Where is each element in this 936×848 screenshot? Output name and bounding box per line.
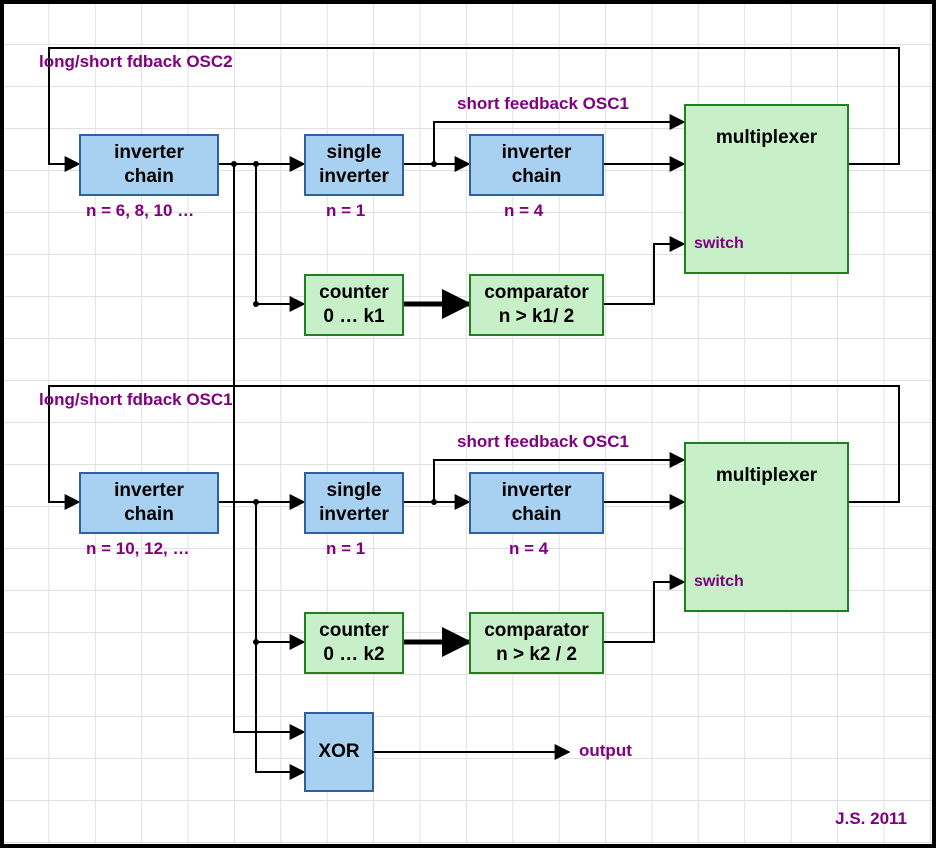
diagram-frame: long/short fdback OSC2 long/short fdback… <box>0 0 936 848</box>
text: counter <box>319 281 389 305</box>
mux-switch-label: switch <box>694 572 744 592</box>
osc2-inverter-chain-b: inverter chain <box>469 472 604 534</box>
mux-switch-label: switch <box>694 234 744 254</box>
text: inverter <box>114 479 184 503</box>
osc1-inv-chain-b-sub: n = 4 <box>504 201 543 221</box>
text: single <box>327 479 382 503</box>
label-output: output <box>579 741 632 761</box>
osc2-inverter-chain-a: inverter chain <box>79 472 219 534</box>
text: comparator <box>484 281 589 305</box>
osc1-multiplexer: multiplexer switch <box>684 104 849 274</box>
text: single <box>327 141 382 165</box>
osc1-inverter-chain-b: inverter chain <box>469 134 604 196</box>
mux-title: multiplexer <box>716 464 817 488</box>
label-fdback-osc1: long/short fdback OSC1 <box>39 390 233 410</box>
osc1-inverter-chain-a: inverter chain <box>79 134 219 196</box>
text: inverter <box>502 479 572 503</box>
text: inverter <box>319 503 389 527</box>
text: 0 … k2 <box>323 643 384 667</box>
osc2-inv-chain-b-sub: n = 4 <box>509 539 548 559</box>
text: inverter <box>319 165 389 189</box>
text: counter <box>319 619 389 643</box>
text: chain <box>124 165 174 189</box>
text: n > k1/ 2 <box>499 305 575 329</box>
osc1-counter: counter 0 … k1 <box>304 274 404 336</box>
osc2-multiplexer: multiplexer switch <box>684 442 849 612</box>
text: XOR <box>318 740 359 764</box>
label-credit: J.S. 2011 <box>835 809 907 829</box>
label-short-fb-1: short feedback OSC1 <box>457 94 629 114</box>
text: chain <box>512 165 562 189</box>
label-short-fb-2: short feedback OSC1 <box>457 432 629 452</box>
osc1-single-inverter: single inverter <box>304 134 404 196</box>
text: chain <box>512 503 562 527</box>
mux-title: multiplexer <box>716 126 817 150</box>
osc1-single-inv-sub: n = 1 <box>326 201 365 221</box>
text: chain <box>124 503 174 527</box>
text: inverter <box>502 141 572 165</box>
text: n > k2 / 2 <box>496 643 577 667</box>
osc2-comparator: comparator n > k2 / 2 <box>469 612 604 674</box>
text: comparator <box>484 619 589 643</box>
osc1-comparator: comparator n > k1/ 2 <box>469 274 604 336</box>
text: inverter <box>114 141 184 165</box>
osc2-counter: counter 0 … k2 <box>304 612 404 674</box>
label-fdback-osc2: long/short fdback OSC2 <box>39 52 233 72</box>
osc2-inv-chain-a-sub: n = 10, 12, … <box>86 539 189 559</box>
osc2-single-inverter: single inverter <box>304 472 404 534</box>
osc1-inv-chain-a-sub: n = 6, 8, 10 … <box>86 201 194 221</box>
xor-gate: XOR <box>304 712 374 792</box>
text: 0 … k1 <box>323 305 384 329</box>
osc2-single-inv-sub: n = 1 <box>326 539 365 559</box>
